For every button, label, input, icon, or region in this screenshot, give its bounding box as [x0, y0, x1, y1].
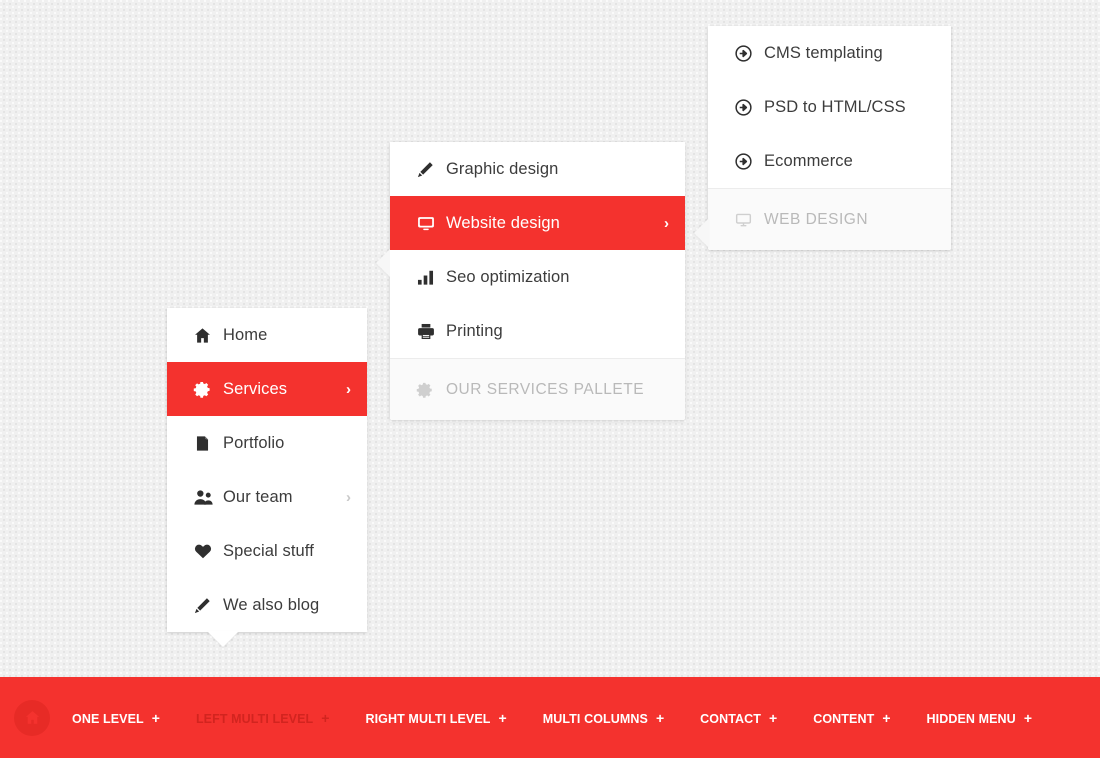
nav-link-multi-columns[interactable]: MULTI COLUMNS +: [543, 710, 664, 726]
chevron-right-icon: ›: [664, 214, 669, 232]
chevron-right-icon: ›: [346, 488, 351, 506]
menu-item-special-stuff[interactable]: Special stuff: [167, 524, 367, 578]
nav-link-hidden-menu[interactable]: HIDDEN MENU +: [927, 710, 1032, 726]
menu-item-portfolio[interactable]: Portfolio: [167, 416, 367, 470]
nav-link-one-level[interactable]: ONE LEVEL +: [72, 710, 160, 726]
arrow-circle-icon: [734, 98, 764, 117]
menu-item-label: PSD to HTML/CSS: [764, 97, 906, 116]
main-menu-list: Home Services › Portfolio Our team › Spe…: [167, 308, 367, 632]
menu-item-we-also-blog[interactable]: We also blog: [167, 578, 367, 632]
menu-demo-stage: Home Services › Portfolio Our team › Spe…: [0, 0, 1100, 758]
menu-item-label: Website design: [446, 213, 560, 232]
nav-link-content[interactable]: CONTENT +: [813, 710, 890, 726]
heart-icon: [193, 542, 223, 561]
menu-item-psd-to-html-css[interactable]: PSD to HTML/CSS: [708, 80, 951, 134]
menu-item-ecommerce[interactable]: Ecommerce: [708, 134, 951, 188]
nav-link-label: LEFT MULTI LEVEL: [195, 711, 314, 726]
pencil-icon: [193, 596, 223, 615]
plus-icon: +: [1023, 709, 1032, 726]
home-icon: [193, 326, 223, 345]
nav-link-label: RIGHT MULTI LEVEL: [365, 711, 491, 726]
menu-item-website-design[interactable]: Website design ›: [390, 196, 685, 250]
nav-link-right-multi-level[interactable]: RIGHT MULTI LEVEL +: [365, 710, 506, 726]
menu-item-label: Graphic design: [446, 159, 559, 178]
nav-link-label: ONE LEVEL: [72, 711, 144, 726]
plus-icon: +: [321, 709, 330, 726]
services-submenu-panel: Graphic design Website design › Seo opti…: [376, 142, 685, 420]
nav-link-label: CONTACT: [700, 711, 762, 726]
menu-item-cms-templating[interactable]: CMS templating: [708, 26, 951, 80]
services-submenu-list: Graphic design Website design › Seo opti…: [390, 142, 685, 358]
bottom-navigation-bar: ONE LEVEL + LEFT MULTI LEVEL + RIGHT MUL…: [0, 677, 1100, 758]
submenu-pointer-arrow-left: [376, 248, 391, 278]
services-submenu-footer: OUR SERVICES PALLETE: [390, 358, 685, 420]
printer-icon: [416, 322, 446, 341]
menu-item-label: Special stuff: [223, 541, 314, 560]
nav-link-label: HIDDEN MENU: [926, 711, 1016, 726]
pencil-icon: [416, 160, 446, 179]
submenu-footer-label: OUR SERVICES PALLETE: [446, 380, 645, 398]
web-design-submenu-panel: CMS templating PSD to HTML/CSS Ecommerce: [694, 26, 951, 250]
plus-icon: +: [498, 709, 507, 726]
nav-link-left-multi-level[interactable]: LEFT MULTI LEVEL +: [196, 710, 330, 726]
gear-icon: [193, 380, 223, 399]
nav-link-label: CONTENT: [813, 711, 875, 726]
bars-icon: [416, 268, 446, 287]
menu-item-label: Ecommerce: [764, 151, 853, 170]
plus-icon: +: [882, 709, 891, 726]
arrow-circle-icon: [734, 152, 764, 171]
menu-item-label: Our team: [223, 487, 293, 506]
menu-item-label: Services: [223, 379, 288, 398]
web-design-submenu-list: CMS templating PSD to HTML/CSS Ecommerce: [708, 26, 951, 188]
menu-item-seo-optimization[interactable]: Seo optimization: [390, 250, 685, 304]
menu-item-label: We also blog: [223, 595, 320, 614]
menu-item-graphic-design[interactable]: Graphic design: [390, 142, 685, 196]
book-icon: [193, 434, 223, 453]
monitor-icon: [734, 211, 764, 229]
main-menu-panel: Home Services › Portfolio Our team › Spe…: [167, 308, 367, 647]
plus-icon: +: [769, 709, 778, 726]
users-icon: [193, 488, 223, 507]
menu-item-home[interactable]: Home: [167, 308, 367, 362]
chevron-right-icon: ›: [346, 380, 351, 398]
menu-item-label: Home: [223, 325, 268, 344]
menu-item-label: Portfolio: [223, 433, 285, 452]
submenu-footer-label: WEB DESIGN: [764, 210, 869, 228]
arrow-circle-icon: [734, 44, 764, 63]
menu-item-printing[interactable]: Printing: [390, 304, 685, 358]
menu-item-label: Seo optimization: [446, 267, 570, 286]
plus-icon: +: [151, 709, 160, 726]
menu-item-services[interactable]: Services ›: [167, 362, 367, 416]
home-icon: [24, 709, 41, 726]
monitor-icon: [416, 214, 446, 233]
menu-item-label: CMS templating: [764, 43, 883, 62]
nav-link-contact[interactable]: CONTACT +: [700, 710, 777, 726]
home-button[interactable]: [14, 699, 50, 736]
menu-pointer-arrow-down: [207, 631, 239, 647]
menu-item-our-team[interactable]: Our team ›: [167, 470, 367, 524]
plus-icon: +: [655, 709, 665, 726]
nav-link-label: MULTI COLUMNS: [542, 711, 648, 726]
web-design-submenu-footer: WEB DESIGN: [708, 188, 951, 250]
gear-icon: [416, 381, 446, 399]
menu-item-label: Printing: [446, 321, 503, 340]
submenu-pointer-arrow-left: [694, 218, 709, 248]
